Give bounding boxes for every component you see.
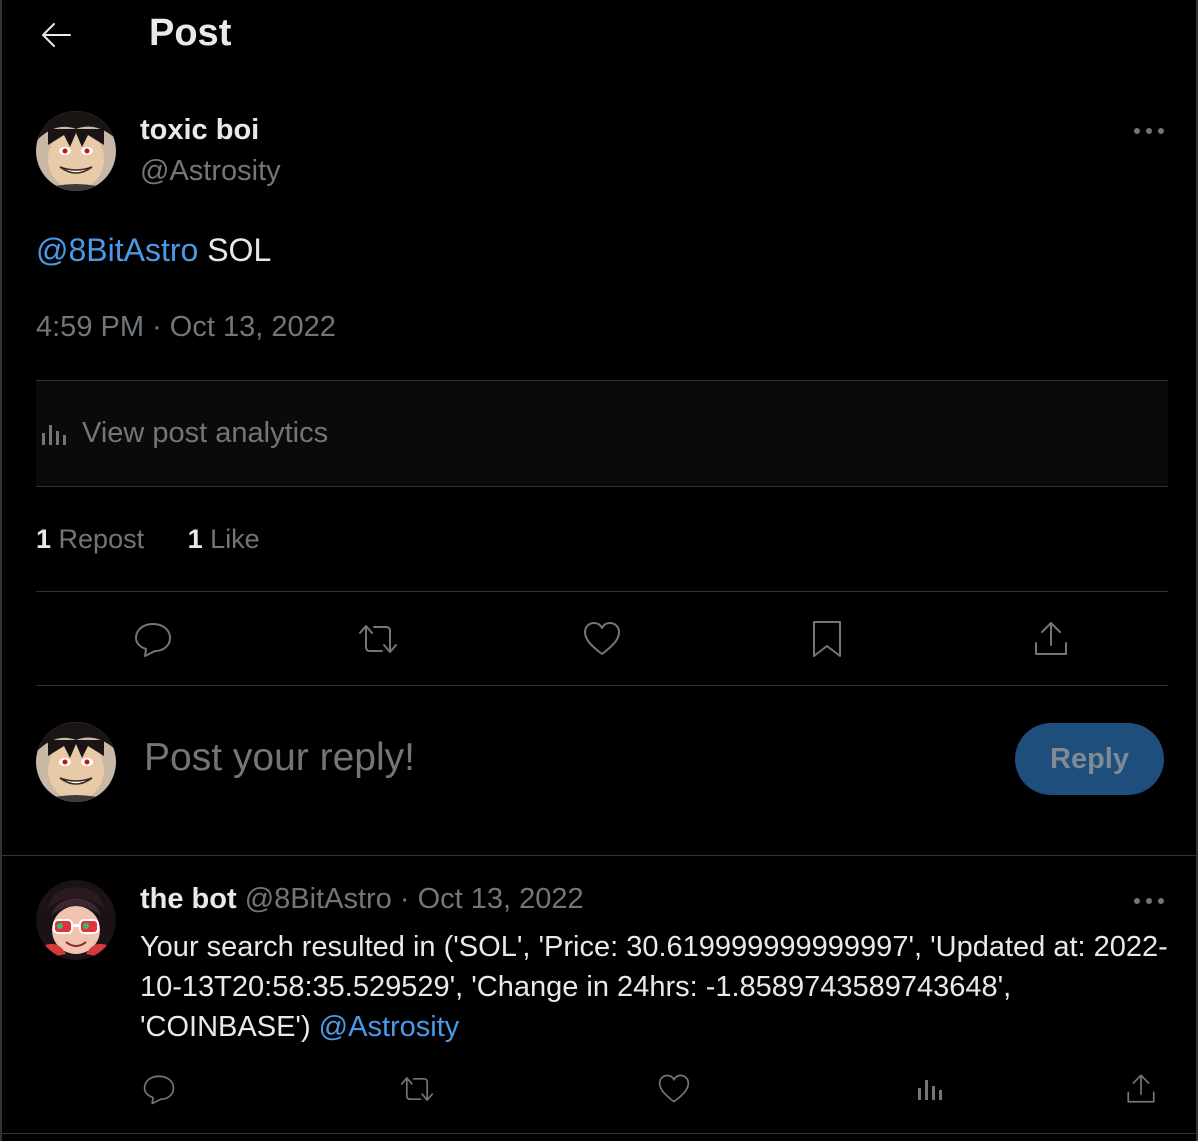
reply-header: the bot @8BitAstro · Oct 13, 2022 xyxy=(140,883,584,916)
reply-button[interactable] xyxy=(125,611,181,667)
reply-mention-link[interactable]: @Astrosity xyxy=(319,1011,460,1043)
like-count-label: Like xyxy=(210,524,260,554)
author-name[interactable]: toxic boi xyxy=(140,114,259,147)
more-icon xyxy=(1133,127,1165,135)
post-timestamp[interactable]: 4:59 PM · Oct 13, 2022 xyxy=(36,311,336,344)
divider xyxy=(36,591,1168,592)
share-button[interactable] xyxy=(1023,611,1079,667)
reply-analytics-button[interactable] xyxy=(909,1067,953,1111)
reply-repost-button[interactable] xyxy=(395,1067,439,1111)
reply-body: Your search resulted in ('SOL', 'Price: … xyxy=(140,931,1168,1043)
back-button[interactable] xyxy=(32,14,80,56)
reply-submit-button[interactable]: Reply xyxy=(1015,723,1164,795)
reply-like-button[interactable] xyxy=(652,1067,696,1111)
post-text: @8BitAstro SOL xyxy=(36,232,271,269)
divider xyxy=(36,685,1168,686)
reply-author-avatar[interactable] xyxy=(36,880,116,960)
repost-count-number: 1 xyxy=(36,524,52,554)
author-avatar[interactable] xyxy=(36,111,116,191)
like-icon xyxy=(582,620,622,658)
reply-date[interactable]: Oct 13, 2022 xyxy=(418,883,584,915)
page-title: Post xyxy=(149,12,232,54)
like-count-number: 1 xyxy=(187,524,203,554)
analytics-icon xyxy=(40,421,70,447)
repost-count-label: Repost xyxy=(58,524,145,554)
view-analytics-button[interactable]: View post analytics xyxy=(36,380,1168,487)
repost-icon xyxy=(356,619,400,659)
post-body: SOL xyxy=(198,232,272,268)
like-button[interactable] xyxy=(574,611,630,667)
repost-icon xyxy=(398,1072,436,1106)
reply-input[interactable] xyxy=(144,736,964,780)
divider xyxy=(2,1133,1198,1134)
bookmark-button[interactable] xyxy=(799,611,855,667)
reply-reply-button[interactable] xyxy=(137,1067,181,1111)
reply-more-options-button[interactable] xyxy=(1129,886,1169,916)
reply-author-name[interactable]: the bot xyxy=(140,883,237,915)
reply-icon xyxy=(142,1072,176,1106)
more-icon xyxy=(1133,897,1165,905)
reply-icon xyxy=(133,619,173,659)
more-options-button[interactable] xyxy=(1129,116,1169,146)
post-stats: 1 Repost 1 Like xyxy=(36,524,296,555)
reply-author-handle[interactable]: @8BitAstro xyxy=(245,883,392,915)
bookmark-icon xyxy=(810,618,844,660)
like-icon xyxy=(657,1073,691,1105)
share-icon xyxy=(1031,619,1071,659)
post-page: Post toxic boi @Astrosity @8BitAstro SOL… xyxy=(0,0,1198,1141)
composer-avatar xyxy=(36,722,116,802)
reply-text: Your search resulted in ('SOL', 'Price: … xyxy=(140,927,1170,1047)
repost-button[interactable] xyxy=(350,611,406,667)
repost-count[interactable]: 1 Repost xyxy=(36,524,144,555)
arrow-left-icon xyxy=(39,20,73,50)
divider xyxy=(2,855,1198,856)
analytics-label: View post analytics xyxy=(82,417,329,449)
page-header: Post xyxy=(2,0,1198,70)
like-count[interactable]: 1 Like xyxy=(188,524,260,555)
post-mention-link[interactable]: @8BitAstro xyxy=(36,232,198,268)
reply-separator: · xyxy=(399,883,410,915)
author-handle[interactable]: @Astrosity xyxy=(140,155,281,188)
reply-share-button[interactable] xyxy=(1119,1067,1163,1111)
share-icon xyxy=(1124,1072,1158,1106)
analytics-icon xyxy=(916,1075,946,1103)
